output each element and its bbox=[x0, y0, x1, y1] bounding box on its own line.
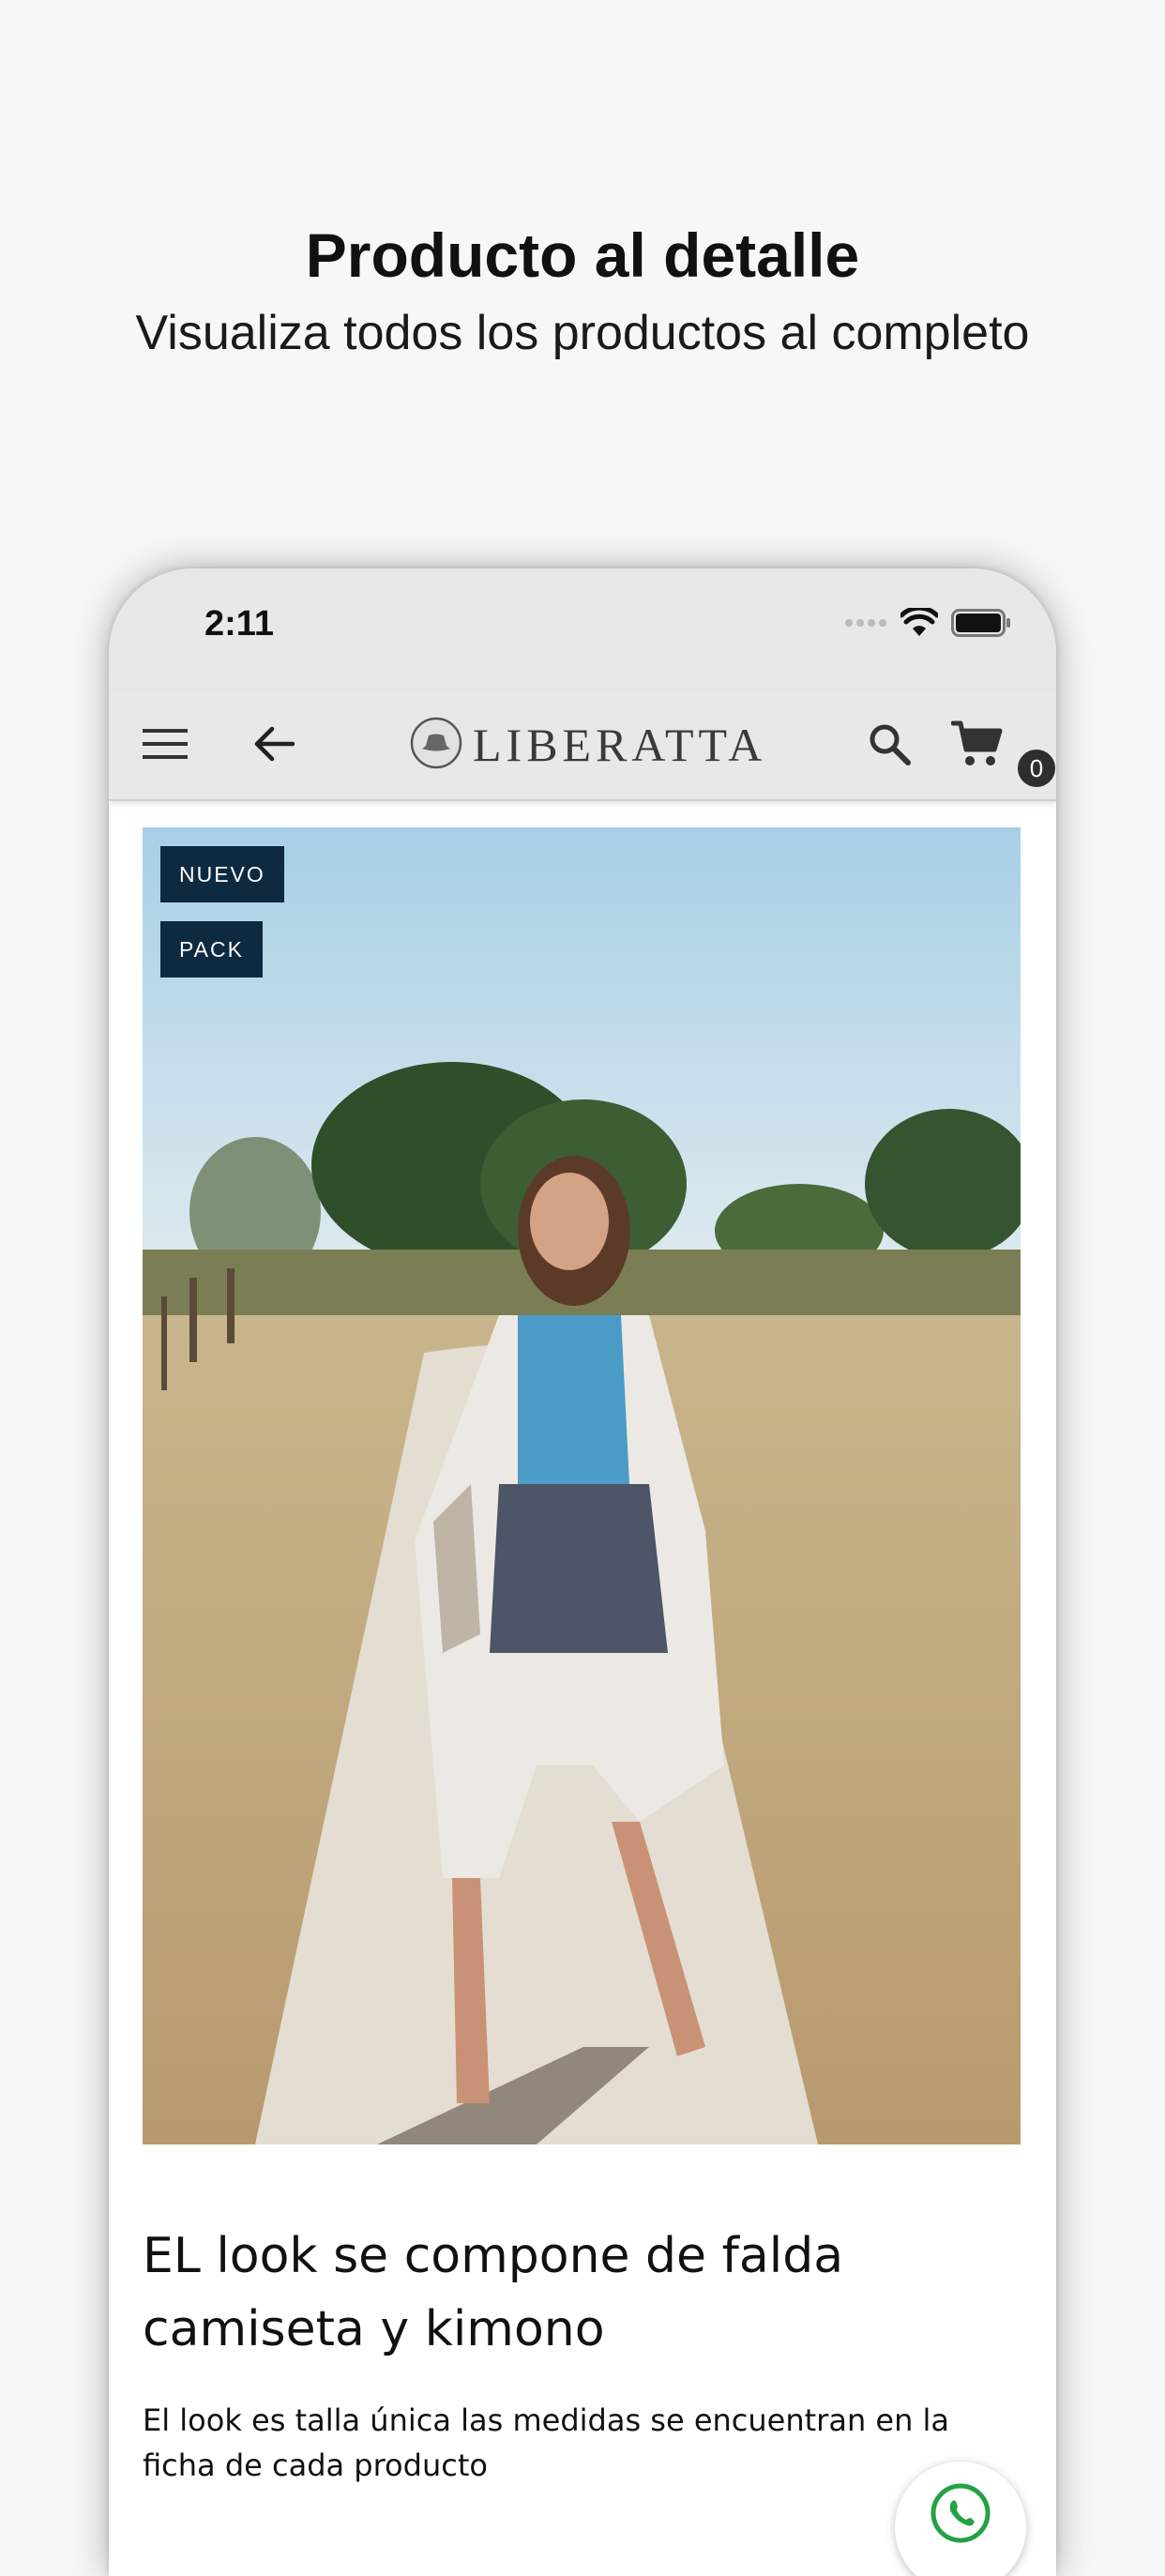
phone-frame: 2:11 LIBERATTA 0 NUEVO PACK EL look se c… bbox=[109, 568, 1056, 2576]
battery-icon bbox=[951, 608, 1011, 642]
signal-dots-icon bbox=[844, 616, 887, 633]
search-button[interactable] bbox=[852, 708, 927, 783]
promo-title: Producto al detalle bbox=[305, 220, 860, 290]
status-time: 2:11 bbox=[204, 604, 274, 644]
brand-logo[interactable]: LIBERATTA bbox=[409, 707, 766, 782]
status-icons bbox=[844, 605, 1011, 644]
back-button[interactable] bbox=[236, 708, 311, 783]
menu-icon bbox=[143, 727, 188, 765]
back-arrow-icon bbox=[253, 725, 295, 767]
menu-button[interactable] bbox=[128, 708, 203, 783]
product-photo bbox=[143, 827, 1021, 2144]
status-bar: 2:11 bbox=[109, 568, 1056, 690]
cart-button[interactable] bbox=[940, 708, 1015, 783]
wifi-icon bbox=[899, 605, 940, 643]
whatsapp-icon bbox=[928, 2480, 993, 2551]
cart-icon bbox=[950, 720, 1004, 773]
product-description: El look es talla única las medidas se en… bbox=[143, 2402, 950, 2483]
search-icon bbox=[868, 722, 911, 770]
brand-name: LIBERATTA bbox=[473, 719, 767, 771]
product-title: EL look se compone de falda camiseta y k… bbox=[143, 2228, 844, 2357]
hat-logo-icon bbox=[409, 716, 463, 775]
cart-count-badge: 0 bbox=[1015, 747, 1056, 790]
badge-pack: PACK bbox=[160, 921, 263, 977]
product-image[interactable]: NUEVO PACK bbox=[143, 827, 1021, 2144]
promo-subtitle: Visualiza todos los productos al complet… bbox=[135, 306, 1030, 360]
badge-nuevo: NUEVO bbox=[160, 846, 284, 902]
promo-header: Producto al detalle Visualiza todos los … bbox=[0, 216, 1165, 366]
